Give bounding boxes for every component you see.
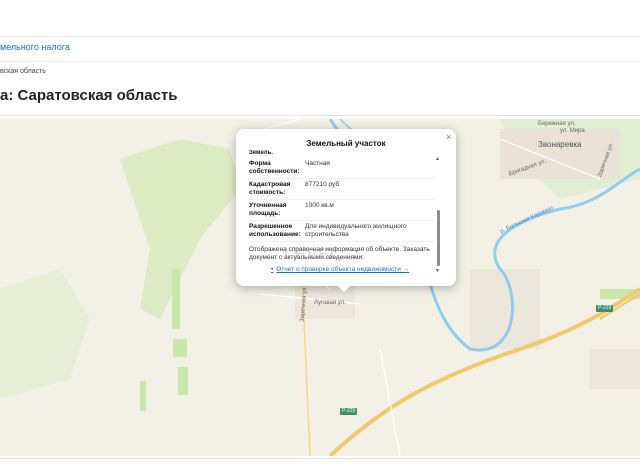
row-label: Уточненная площадь:: [249, 202, 287, 217]
divider: [0, 458, 640, 459]
bullet-icon: •: [271, 266, 274, 273]
report-link[interactable]: • Отчет о проверке объекта недвижимости →: [271, 266, 435, 273]
divider: [0, 115, 640, 116]
scrollbar-thumb[interactable]: [437, 210, 440, 266]
page-title: а: Саратовская область: [0, 87, 178, 104]
breadcrumb[interactable]: вская область: [0, 68, 46, 75]
row-value: 877210 руб: [305, 181, 340, 188]
scroll-down-icon[interactable]: ▼: [435, 268, 440, 274]
road-badge: Р-229: [340, 408, 358, 415]
popup-title: Земельный участок: [306, 139, 386, 148]
town-label: Звонаревка: [538, 140, 582, 149]
watermark-logo: LEVEL: [284, 246, 341, 263]
top-bar: [0, 0, 640, 37]
info-note: Отображена справочная информация об объе…: [249, 246, 430, 261]
info-row: Форма собственности: Частная: [249, 158, 435, 179]
row-value: Для индивидуального жилищного строительс…: [305, 223, 407, 238]
cut-row-label: Земель.: [249, 150, 273, 156]
street-label: ул. Мира: [560, 128, 585, 134]
divider: [0, 61, 640, 62]
popup-content[interactable]: Земель. Форма собственности: Частная Кад…: [249, 150, 435, 280]
row-value: Частная: [305, 160, 330, 167]
info-row: Разрешенное использование: Для индивидуа…: [249, 221, 435, 242]
info-row: Уточненная площадь: 1000 кв.м: [249, 200, 435, 221]
road-badge: Р-229: [596, 305, 614, 312]
street-label: Бережная ул.: [538, 121, 576, 127]
row-label: Разрешенное использование:: [249, 223, 301, 238]
popup-pointer: [337, 285, 351, 292]
row-label: Форма собственности:: [249, 160, 300, 175]
row-value: 1000 кв.м: [305, 202, 334, 209]
scroll-up-icon[interactable]: ▲: [435, 156, 440, 162]
street-label: Луговая ул.: [314, 300, 346, 306]
report-link-text[interactable]: Отчет о проверке объекта недвижимости →: [276, 266, 409, 273]
row-label: Кадастровая стоимость:: [249, 181, 291, 196]
info-row: Кадастровая стоимость: 877210 руб: [249, 179, 435, 200]
nav-link[interactable]: мельного налога: [0, 42, 70, 52]
